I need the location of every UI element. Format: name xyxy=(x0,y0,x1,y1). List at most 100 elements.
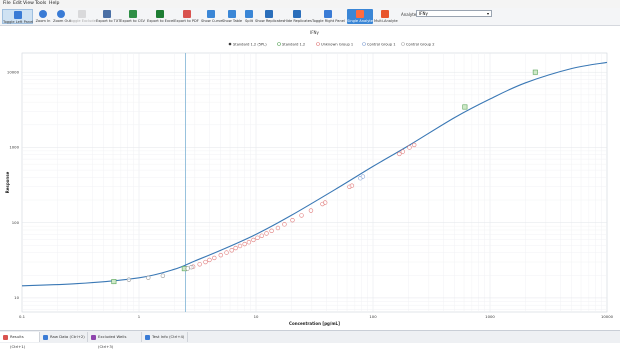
multi-analyte-icon xyxy=(381,10,389,18)
menu-view[interactable]: View xyxy=(23,1,34,6)
right-panel-icon xyxy=(324,10,332,18)
show-replicates-button[interactable]: Show Replicates xyxy=(255,9,285,24)
hide-replicates-button[interactable]: Hide Replicates xyxy=(284,9,312,24)
toggle-left-panel-button[interactable]: Toggle Left Panel xyxy=(2,9,33,24)
data-point xyxy=(462,104,468,110)
multi-analyte-button[interactable]: Multi-Analyte xyxy=(374,9,398,24)
excluded-wells-tab[interactable]: Excluded Wells (Ctrl+3) xyxy=(88,332,142,349)
data-point xyxy=(251,237,256,243)
toolbar-button-label: Single Analyte xyxy=(347,19,373,23)
excluded-wells-icon xyxy=(91,335,96,340)
pdf-icon xyxy=(182,10,191,18)
curve-icon xyxy=(207,10,215,18)
data-point xyxy=(224,250,229,255)
zoom-in-icon xyxy=(39,10,47,18)
menu-edit[interactable]: Edit xyxy=(13,1,22,6)
tab-label: Test Info (Ctrl+4) xyxy=(152,334,185,339)
test-info-icon xyxy=(145,335,150,340)
toolbar-button-label: Toggle Right Panel xyxy=(312,19,345,23)
excel-icon xyxy=(155,10,164,18)
x-tick-label: 1 xyxy=(138,314,141,319)
export-to-csv-button[interactable]: Export to CSV xyxy=(120,9,145,24)
data-point xyxy=(360,174,366,179)
data-point xyxy=(255,235,260,240)
menu-help[interactable]: Help xyxy=(49,1,59,6)
x-axis-label: Concentration [pg/mL] xyxy=(289,321,340,326)
exclude-icon xyxy=(78,10,86,18)
analyte-value: IFNγ xyxy=(419,11,428,16)
data-point xyxy=(218,252,223,258)
test-info-tab[interactable]: Test Info (Ctrl+4) xyxy=(142,332,188,342)
export-to-excel-button[interactable]: Export to Excel xyxy=(147,9,174,24)
data-point xyxy=(146,275,151,280)
data-point xyxy=(259,233,264,238)
legend-label: Control Group 2 xyxy=(406,42,435,46)
toolbar-button-label: Multi-Analyte xyxy=(374,19,398,23)
zoom-out-icon xyxy=(57,10,65,18)
data-point xyxy=(207,257,212,263)
data-point xyxy=(532,69,538,75)
legend-label: Control Group 1 xyxy=(367,42,396,46)
toolbar-button-label: Toggle Left Panel xyxy=(3,20,34,24)
legend-marker xyxy=(228,42,232,46)
toolbar-button-label: Split xyxy=(245,19,253,23)
single-analyte-button[interactable]: Single Analyte xyxy=(347,9,373,24)
data-point xyxy=(407,145,412,150)
split-icon xyxy=(245,10,253,18)
y-tick-label: 1000 xyxy=(9,145,19,150)
csv-icon xyxy=(128,10,137,18)
toolbar-button-label: Show Replicates xyxy=(255,19,285,23)
zoom-in-button[interactable]: Zoom In xyxy=(35,9,51,24)
y-axis-label: Response xyxy=(5,171,10,193)
toolbar-button-label: Export to CSV xyxy=(120,19,145,23)
legend-marker xyxy=(316,42,320,46)
toggle-right-panel-button[interactable]: Toggle Right Panel xyxy=(312,9,345,24)
show-table-button[interactable]: Show Table xyxy=(222,9,242,24)
x-tick-label: 1000 xyxy=(485,314,495,319)
single-analyte-icon xyxy=(356,10,364,18)
chart-area: 0.1 1 10 100 1000 10000 10 100 1000 10000 IFNγ Conc… xyxy=(0,26,620,329)
zoom-out-button[interactable]: Zoom Out xyxy=(53,9,71,24)
data-point xyxy=(189,265,194,270)
data-point xyxy=(111,279,117,285)
data-point xyxy=(275,225,281,231)
raw-data-tab[interactable]: Raw Data (Ctrl+2) xyxy=(40,332,88,342)
data-point xyxy=(322,200,328,205)
show-curve-button[interactable]: Show Curve xyxy=(201,9,222,24)
bottom-tabs: Results (Ctrl+1) Raw Data (Ctrl+2) Exclude… xyxy=(0,330,620,349)
data-point xyxy=(264,231,269,236)
menu-file[interactable]: File xyxy=(3,1,11,6)
toolbar-button-label: Export to PDF xyxy=(174,19,199,23)
data-point xyxy=(203,259,208,265)
tab-label: Raw Data (Ctrl+2) xyxy=(50,334,85,339)
plot-area xyxy=(21,52,608,313)
data-point xyxy=(246,240,252,245)
legend-label: Standard 1.2 xyxy=(282,42,305,46)
analyte-select[interactable]: IFNγ ▾ xyxy=(416,10,492,17)
raw-data-icon xyxy=(43,335,48,340)
x-tick-label: 10000 xyxy=(601,314,614,319)
legend-marker xyxy=(362,42,366,46)
y-tick-label: 10000 xyxy=(7,70,20,75)
legend-marker xyxy=(401,42,405,46)
export-to-txt-button[interactable]: Export to TXT xyxy=(96,9,120,24)
data-point xyxy=(397,151,402,157)
split-button[interactable]: Split xyxy=(244,9,254,24)
results-icon xyxy=(3,335,8,340)
toolbar: Toggle Left Panel Zoom In Zoom Out Toggle E… xyxy=(0,8,620,26)
data-point xyxy=(233,245,238,251)
menu-tools[interactable]: Tools xyxy=(35,1,46,6)
export-to-pdf-button[interactable]: Export to PDF xyxy=(174,9,199,24)
data-point xyxy=(185,266,190,271)
results-tab[interactable]: Results (Ctrl+1) xyxy=(0,332,40,349)
data-point xyxy=(126,277,132,282)
toggle-exclude-button: Toggle Exclude xyxy=(69,9,96,24)
legend-marker xyxy=(277,42,281,46)
data-point xyxy=(412,142,417,148)
x-tick-label: 100 xyxy=(369,314,377,319)
y-tick-label: 10 xyxy=(14,295,19,300)
data-point xyxy=(242,241,247,247)
replicates-down-icon xyxy=(265,10,273,18)
legend-label: Standard 1.2 (5PL) xyxy=(233,42,267,46)
menu-bar: File Edit View Tools Help xyxy=(0,0,620,8)
